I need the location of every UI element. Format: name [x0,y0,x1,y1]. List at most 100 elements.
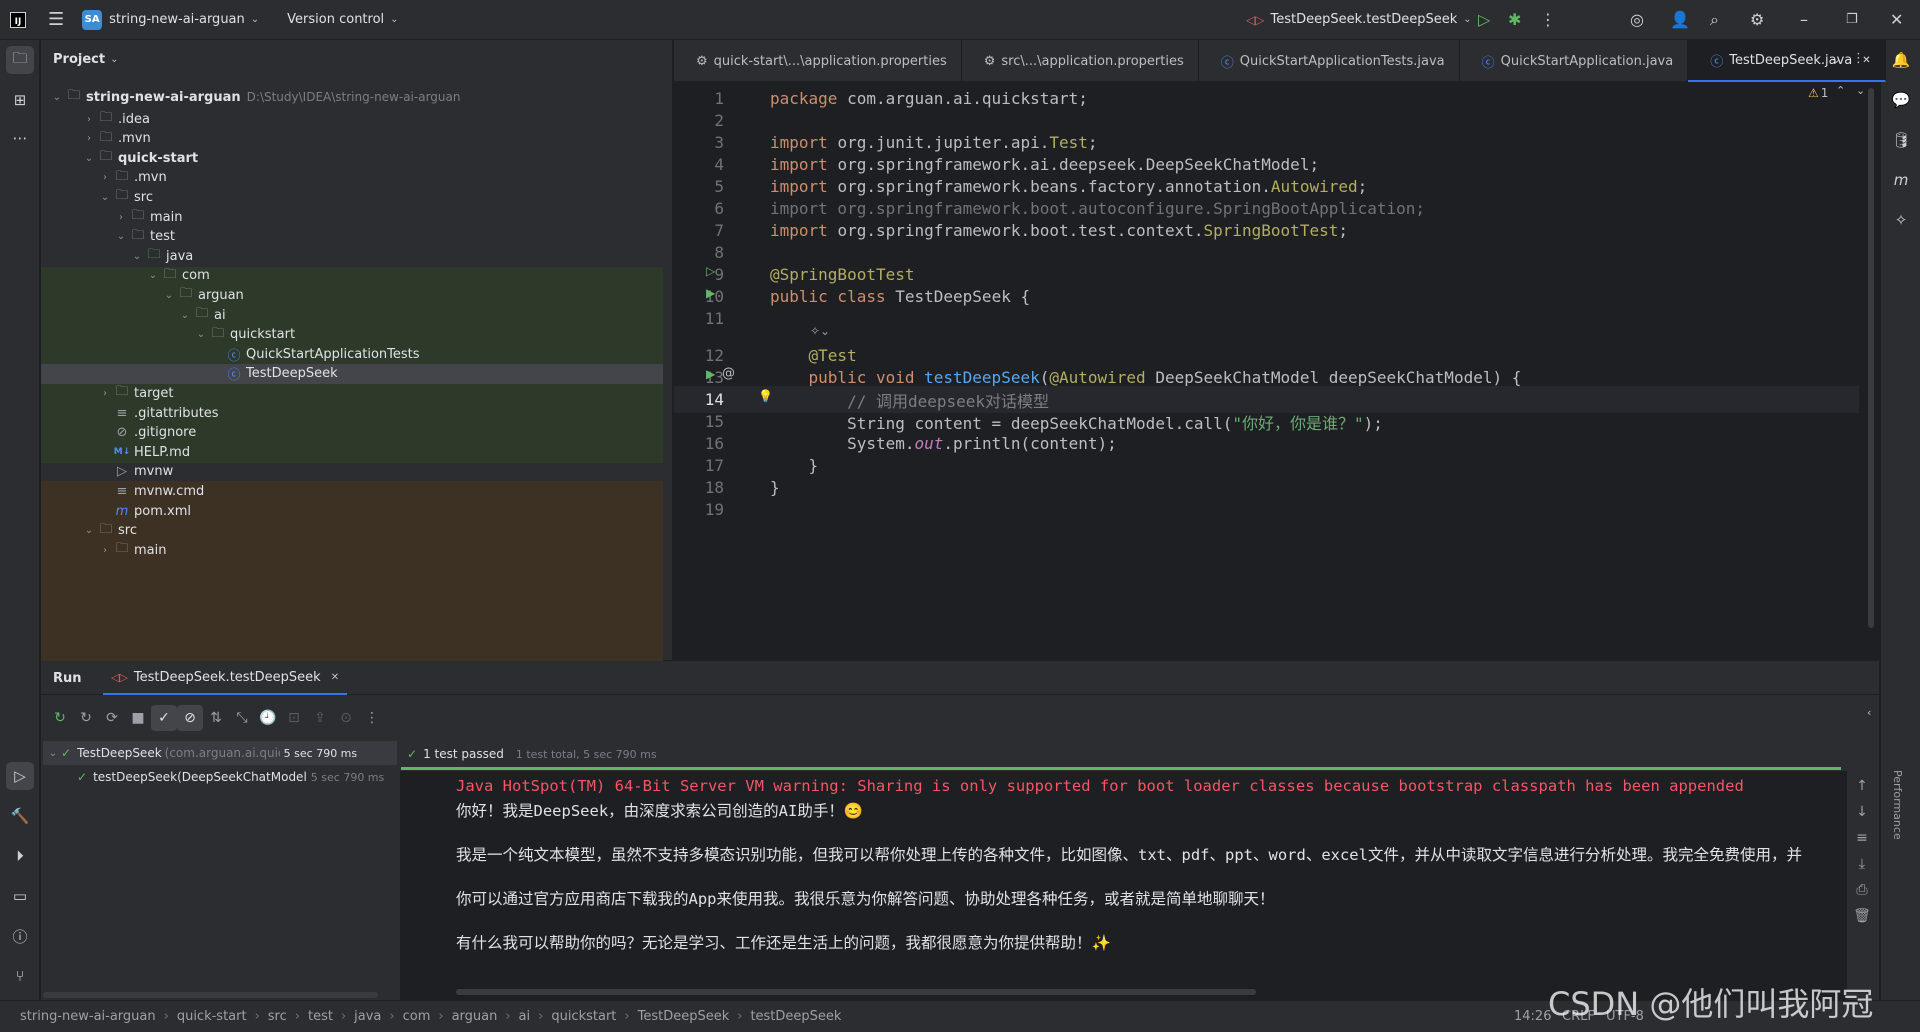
collapse-icon[interactable]: ⤡ [229,705,255,731]
tree-item[interactable]: ⌄ 🗀 com [41,266,663,286]
tree-item[interactable]: › 🗀 .mvn [41,168,663,188]
screenshot-icon[interactable]: ⊡ [281,705,307,731]
line-number[interactable]: 4 [674,155,726,174]
tree-item[interactable]: ⌄ 🗀 ai [41,305,663,325]
tab-quickstart-tests[interactable]: ⓒ QuickStartApplicationTests.java [1199,40,1460,82]
tree-root[interactable]: ⌄ 🗀 string-new-ai-arguan D:\Study\IDEA\s… [41,85,663,109]
tree-item[interactable]: ⌄ 🗀 quickstart [41,325,663,345]
chevron-right-icon[interactable]: › [97,172,113,183]
ai-chat-icon[interactable]: 💬 [1887,86,1915,114]
caret-position[interactable]: 14:26 [1514,1009,1551,1024]
tree-item[interactable]: › 🗀 target [41,383,663,403]
tree-item[interactable]: ≡ mvnw.cmd [41,481,663,501]
export-icon[interactable]: ⇪ [307,705,333,731]
tab-quickstart-app[interactable]: ⓒ QuickStartApplication.java [1460,40,1689,82]
console-output[interactable]: Java HotSpot(TM) 64-Bit Server VM warnin… [400,771,1847,1000]
line-number[interactable]: 5 [674,177,726,196]
line-number[interactable]: 13 [674,368,726,387]
autowired-gutter-icon[interactable]: @ [722,366,735,381]
chevron-down-icon[interactable]: ⌄ [161,290,177,301]
tree-item[interactable]: ⓒ TestDeepSeek [41,363,663,384]
line-number[interactable]: 14 [674,390,726,409]
tree-item[interactable]: › 🗀 .idea [41,109,663,129]
line-number[interactable]: 18 [674,478,726,497]
tree-item[interactable]: ⊘ .gitignore [41,423,663,443]
breadcrumb-item[interactable]: quick-start [177,1009,247,1024]
show-ignored-icon[interactable]: ⊘ [177,705,203,731]
tree-item[interactable]: ⌄ 🗀 src [41,521,663,541]
breadcrumb-item[interactable]: ai [519,1009,531,1024]
up-icon[interactable]: ↑ [1849,773,1875,799]
line-number[interactable]: 3 [674,133,726,152]
print-icon[interactable]: ⎙ [1849,877,1875,903]
line-number[interactable]: 17 [674,456,726,475]
clear-icon[interactable]: 🗑 [1849,903,1875,929]
test-row-class[interactable]: ⌄ ✓ TestDeepSeek (com.arguan.ai.quicksta… [41,741,395,765]
more-tools-icon[interactable]: ⋯ [6,124,34,152]
line-number[interactable]: 19 [674,500,726,519]
run-config-selector[interactable]: ◁▷ TestDeepSeek.testDeepSeek ⌄ [1246,12,1472,27]
ai-assistant-icon[interactable]: ◎ [1630,10,1644,29]
search-icon[interactable]: ⌕ [1710,10,1719,30]
line-number[interactable]: 11 [674,309,726,328]
console-scrollbar[interactable] [456,989,1256,995]
line-number[interactable]: 2 [674,111,726,130]
breadcrumb-item[interactable]: src [268,1009,287,1024]
breadcrumb-item[interactable]: TestDeepSeek [638,1009,730,1024]
git-tool-icon[interactable]: ⑂ [6,962,34,990]
chevron-right-icon[interactable]: › [97,545,113,556]
run-gutter-icon[interactable]: ▷ [706,264,715,278]
tree-item[interactable]: › 🗀 main [41,207,663,227]
code-with-me-icon[interactable]: 👤 [1670,10,1690,29]
plugin-icon[interactable]: ✧ [1887,206,1915,234]
tree-item[interactable]: ⌄ 🗀 arguan [41,285,663,305]
minimize-icon[interactable]: – [1800,10,1808,29]
line-number[interactable]: 16 [674,434,726,453]
breadcrumb-item[interactable]: com [403,1009,431,1024]
tree-item[interactable]: ⓒ QuickStartApplicationTests [41,344,663,364]
test-tree-scrollbar[interactable] [43,992,378,998]
maven-icon[interactable]: m [1887,166,1915,194]
chevron-left-icon[interactable]: ‹ [1867,706,1871,719]
run-tab[interactable]: ◁▷ TestDeepSeek.testDeepSeek ✕ [103,661,348,695]
chevron-down-icon[interactable]: ⌄ [177,310,193,321]
scroll-end-icon[interactable]: ⤓ [1849,851,1875,877]
tree-item[interactable]: › 🗀 main [41,540,663,560]
settings-icon[interactable]: ⚙ [1750,10,1764,29]
close-tab-icon[interactable]: ✕ [331,672,339,683]
structure-tool-icon[interactable]: ⊞ [6,86,34,114]
build-tool-icon[interactable]: 🔨 [6,802,34,830]
rerun-failed-icon[interactable]: ↻ [73,705,99,731]
tab-src-properties[interactable]: ⚙ src\...\application.properties [962,40,1199,82]
line-number[interactable]: 10 [674,287,726,306]
tab-quickstart-properties[interactable]: ⚙ quick-start\...\application.properties [674,40,962,82]
chevron-down-icon[interactable]: ⌄ [97,192,113,203]
tree-item[interactable]: ▷ mvnw [41,462,663,482]
chevron-down-icon[interactable]: ⌄ [193,329,209,340]
toggle-auto-test-icon[interactable]: ⟳ [99,705,125,731]
ai-inlay-icon[interactable]: ✧⌄ [810,324,830,338]
project-switcher[interactable]: SA string-new-ai-arguan ⌄ [82,9,259,30]
chevron-down-icon[interactable]: ⌄ [145,270,161,281]
tree-item[interactable]: › 🗀 .mvn [41,129,663,149]
down-icon[interactable]: ↓ [1849,799,1875,825]
breadcrumb-item[interactable]: test [308,1009,333,1024]
tree-item[interactable]: ⌄ 🗀 src [41,187,663,207]
rerun-icon[interactable]: ↻ [47,705,73,731]
debug-icon[interactable]: ✱ [1508,10,1521,29]
project-tool-icon[interactable]: 🗀 [6,46,34,74]
coverage-icon[interactable]: ⊙ [333,705,359,731]
chevron-down-icon[interactable]: ⌄ [81,525,97,536]
code-area[interactable]: 1 package com.arguan.ai.quickstart; 2 3 impo… [674,82,1879,660]
line-number[interactable]: 1 [674,89,726,108]
main-menu-icon[interactable]: ☰ [48,9,64,30]
terminal-tool-icon[interactable]: ▭ [6,882,34,910]
restore-icon[interactable]: ❐ [1846,12,1858,27]
chevron-down-icon[interactable]: ⌄ [113,231,129,242]
chevron-right-icon[interactable]: › [81,114,97,125]
run-gutter-icon[interactable]: ▶ [706,286,715,300]
run-icon[interactable]: ▷ [1478,10,1490,29]
breadcrumb-item[interactable]: string-new-ai-arguan [20,1009,156,1024]
line-number[interactable]: 15 [674,412,726,431]
history-icon[interactable]: 🕘 [255,705,281,731]
